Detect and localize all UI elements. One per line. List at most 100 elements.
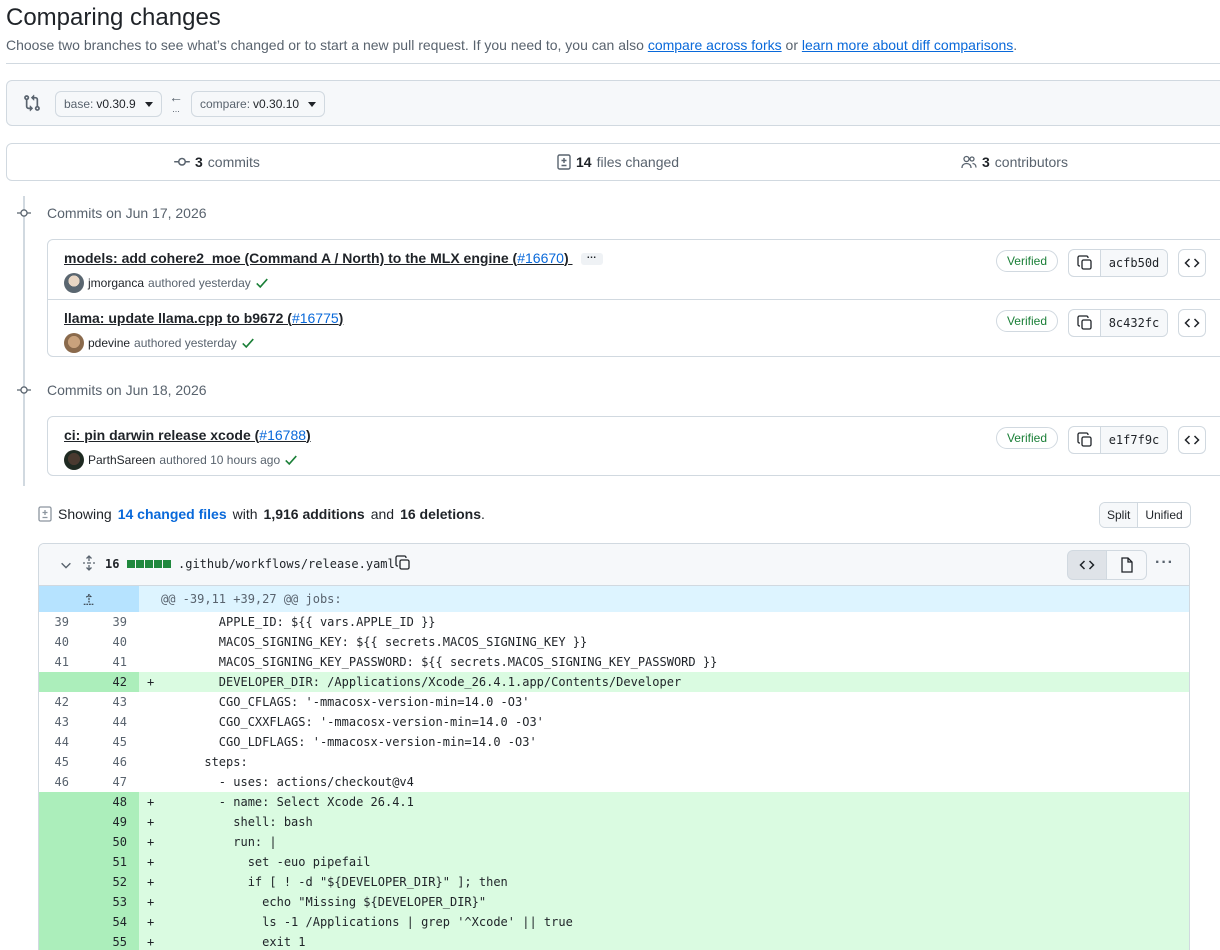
source-diff-button[interactable]	[1067, 550, 1107, 580]
code-text: MACOS_SIGNING_KEY_PASSWORD: ${{ secrets.…	[161, 655, 718, 669]
new-line-number[interactable]: 46	[79, 752, 139, 772]
check-icon[interactable]	[284, 453, 298, 467]
new-line-number[interactable]: 50	[79, 832, 139, 852]
new-line-number[interactable]: 54	[79, 912, 139, 932]
old-line-number[interactable]	[39, 852, 79, 872]
old-line-number[interactable]	[39, 672, 79, 692]
kebab-horizontal-icon[interactable]: ···	[1155, 554, 1174, 572]
browse-repo-button[interactable]	[1178, 249, 1206, 277]
old-line-number[interactable]: 42	[39, 692, 79, 712]
new-line-number[interactable]: 42	[79, 672, 139, 692]
unfold-icon[interactable]	[81, 555, 97, 571]
verified-badge[interactable]: Verified	[995, 250, 1058, 272]
base-branch-select[interactable]: base: v0.30.9	[55, 91, 162, 117]
check-icon[interactable]	[255, 276, 269, 290]
old-line-number[interactable]	[39, 932, 79, 950]
old-line-number[interactable]: 41	[39, 652, 79, 672]
code-text: shell: bash	[161, 815, 313, 829]
new-line-number[interactable]: 52	[79, 872, 139, 892]
author-link[interactable]: pdevine	[88, 336, 130, 350]
range-editor: base: v0.30.9 ← ... compare: v0.30.10	[6, 80, 1220, 126]
old-line-number[interactable]	[39, 792, 79, 812]
author-link[interactable]: jmorganca	[88, 276, 144, 290]
caret-down-icon	[308, 101, 317, 107]
pr-link[interactable]: #16670	[517, 250, 564, 266]
diff-marker	[139, 632, 153, 652]
commit-sha-link[interactable]: e1f7f9c	[1101, 427, 1167, 453]
commit-sha-link[interactable]: 8c432fc	[1101, 310, 1167, 336]
sha-group: 8c432fc	[1068, 309, 1168, 337]
changed-files-link[interactable]: 14 changed files	[118, 506, 227, 522]
diff-line-added: 54 + ls -1 /Applications | grep '^Xcode' …	[39, 912, 1189, 932]
commit-title-link[interactable]: llama: update llama.cpp to b9672 (#16775…	[64, 310, 343, 326]
unified-view-button[interactable]: Unified	[1138, 503, 1189, 527]
copy-sha-button[interactable]	[1069, 427, 1101, 453]
copy-icon[interactable]	[395, 555, 411, 571]
diff-marker	[139, 612, 153, 632]
new-line-number[interactable]: 53	[79, 892, 139, 912]
old-line-number[interactable]	[39, 832, 79, 852]
code-text: set -euo pipefail	[161, 855, 371, 869]
compare-branch-select[interactable]: compare: v0.30.10	[191, 91, 326, 117]
old-line-number[interactable]	[39, 872, 79, 892]
new-line-number[interactable]: 39	[79, 612, 139, 632]
copy-sha-button[interactable]	[1069, 310, 1101, 336]
avatar[interactable]	[64, 450, 84, 470]
commit-sha-link[interactable]: acfb50d	[1101, 250, 1167, 276]
expand-message-button[interactable]: …	[580, 251, 603, 266]
learn-more-link[interactable]: learn more about diff comparisons	[802, 37, 1013, 53]
diff-marker: +	[147, 875, 155, 889]
check-icon[interactable]	[241, 336, 255, 350]
diff-line-context: 39 39 APPLE_ID: ${{ vars.APPLE_ID }}	[39, 612, 1189, 632]
pr-link[interactable]: #16788	[259, 427, 306, 443]
old-line-number[interactable]: 40	[39, 632, 79, 652]
browse-repo-button[interactable]	[1178, 426, 1206, 454]
old-line-number[interactable]: 39	[39, 612, 79, 632]
old-line-number[interactable]: 46	[39, 772, 79, 792]
contributors-tab[interactable]: 3 contributors	[961, 154, 1068, 170]
verified-badge[interactable]: Verified	[995, 310, 1058, 332]
new-line-number[interactable]: 47	[79, 772, 139, 792]
browse-repo-button[interactable]	[1178, 309, 1206, 337]
new-line-number[interactable]: 43	[79, 692, 139, 712]
diff-line-added: 49 + shell: bash	[39, 812, 1189, 832]
verified-badge[interactable]: Verified	[995, 427, 1058, 449]
new-line-number[interactable]: 49	[79, 812, 139, 832]
new-line-number[interactable]: 48	[79, 792, 139, 812]
chevron-down-icon[interactable]	[59, 558, 73, 572]
new-line-number[interactable]: 51	[79, 852, 139, 872]
old-line-number[interactable]	[39, 892, 79, 912]
old-line-number[interactable]: 43	[39, 712, 79, 732]
new-line-number[interactable]: 40	[79, 632, 139, 652]
pr-link[interactable]: #16775	[292, 310, 339, 326]
new-line-number[interactable]: 41	[79, 652, 139, 672]
avatar[interactable]	[64, 333, 84, 353]
code-text: APPLE_ID: ${{ vars.APPLE_ID }}	[161, 615, 436, 629]
new-line-number[interactable]: 45	[79, 732, 139, 752]
files-changed-tab[interactable]: 14 files changed	[557, 154, 679, 170]
old-line-number[interactable]: 45	[39, 752, 79, 772]
avatar[interactable]	[64, 273, 84, 293]
old-line-number[interactable]	[39, 812, 79, 832]
new-line-number[interactable]: 55	[79, 932, 139, 950]
commit-title-link[interactable]: models: add cohere2_moe (Command A / Nor…	[64, 250, 603, 266]
commit-title-link[interactable]: ci: pin darwin release xcode (#16788)	[64, 427, 311, 443]
old-line-number[interactable]: 44	[39, 732, 79, 752]
new-line-number[interactable]: 44	[79, 712, 139, 732]
commits-tab[interactable]: 3 commits	[174, 154, 260, 170]
diff-marker: +	[147, 935, 155, 949]
old-line-number[interactable]	[39, 912, 79, 932]
copy-sha-button[interactable]	[1069, 250, 1101, 276]
file-view-toggle	[1067, 550, 1149, 580]
copy-icon	[1076, 255, 1092, 270]
code-text: MACOS_SIGNING_KEY: ${{ secrets.MACOS_SIG…	[161, 635, 588, 649]
diff-line-added: 52 + if [ ! -d "${DEVELOPER_DIR}" ]; then	[39, 872, 1189, 892]
author-link[interactable]: ParthSareen	[88, 453, 155, 467]
file-path-link[interactable]: .github/workflows/release.yaml	[178, 557, 395, 571]
sha-group: e1f7f9c	[1068, 426, 1168, 454]
diff-marker: +	[147, 895, 155, 909]
expand-up-button[interactable]	[39, 586, 139, 612]
compare-forks-link[interactable]: compare across forks	[648, 37, 782, 53]
rich-diff-button[interactable]	[1107, 550, 1147, 580]
split-view-button[interactable]: Split	[1100, 503, 1139, 527]
